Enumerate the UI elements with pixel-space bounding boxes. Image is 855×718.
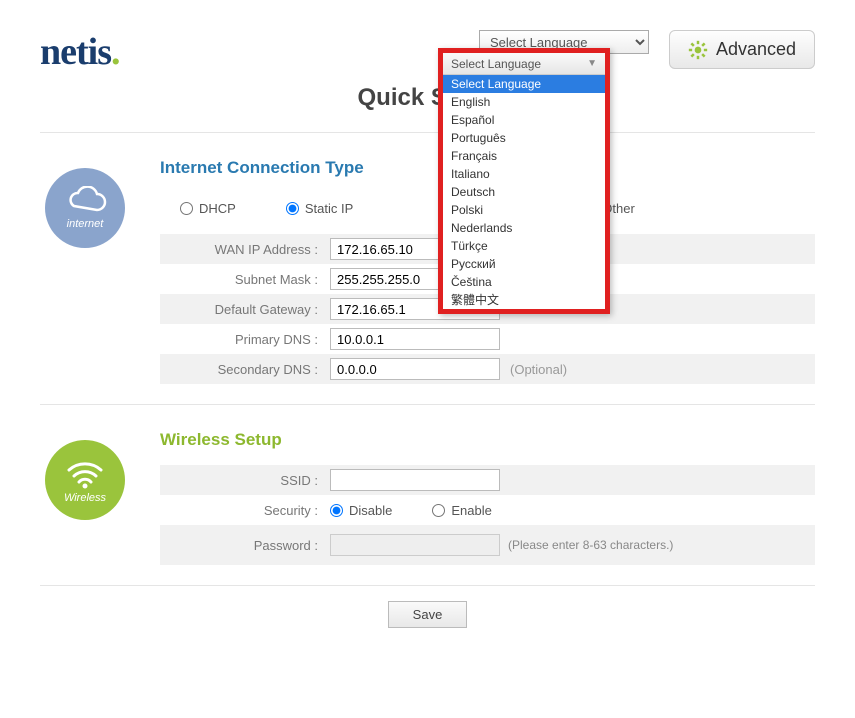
radio-static[interactable]: Static IP (286, 201, 353, 216)
pri-dns-input[interactable] (330, 328, 500, 350)
wireless-badge: Wireless (45, 440, 125, 520)
wireless-section: Wireless Wireless Setup SSID : Security … (40, 404, 815, 585)
language-option[interactable]: Español (443, 111, 605, 129)
pri-dns-label: Primary DNS : (160, 332, 330, 347)
language-option[interactable]: Polski (443, 201, 605, 219)
language-option[interactable]: Čeština (443, 273, 605, 291)
advanced-label: Advanced (716, 39, 796, 60)
wifi-icon (63, 456, 107, 490)
language-option[interactable]: Italiano (443, 165, 605, 183)
internet-section: internet Internet Connection Type DHCP S… (40, 132, 815, 404)
chevron-down-icon: ▼ (587, 58, 597, 69)
radio-sec-disable[interactable]: Disable (330, 503, 392, 518)
wireless-title: Wireless Setup (160, 430, 815, 450)
wan-ip-label: WAN IP Address : (160, 242, 330, 257)
language-option[interactable]: Русский (443, 255, 605, 273)
wireless-badge-label: Wireless (64, 492, 106, 504)
sec-dns-input[interactable] (330, 358, 500, 380)
ssid-label: SSID : (160, 473, 330, 488)
cloud-icon (63, 186, 107, 216)
language-option[interactable]: Nederlands (443, 219, 605, 237)
radio-sec-enable[interactable]: Enable (432, 503, 491, 518)
language-option[interactable]: Français (443, 147, 605, 165)
password-input[interactable] (330, 534, 500, 556)
language-dropdown-list: Select LanguageEnglishEspañolPortuguêsFr… (443, 75, 605, 309)
internet-badge-label: internet (67, 218, 104, 230)
language-option[interactable]: Português (443, 129, 605, 147)
language-option[interactable]: Select Language (443, 75, 605, 93)
gear-icon (688, 40, 708, 60)
sec-dns-label: Secondary DNS : (160, 362, 330, 377)
optional-text: (Optional) (510, 362, 567, 377)
ssid-input[interactable] (330, 469, 500, 491)
language-option[interactable]: Deutsch (443, 183, 605, 201)
language-option[interactable]: English (443, 93, 605, 111)
security-label: Security : (160, 503, 330, 518)
logo-dot: . (111, 31, 120, 73)
language-option[interactable]: Türkçe (443, 237, 605, 255)
gateway-label: Default Gateway : (160, 302, 330, 317)
language-dropdown-open[interactable]: Select Language ▼ Select LanguageEnglish… (438, 48, 610, 314)
logo-text: netis (40, 31, 111, 73)
password-label: Password : (160, 538, 330, 553)
internet-badge: internet (45, 168, 125, 248)
subnet-label: Subnet Mask : (160, 272, 330, 287)
password-hint: (Please enter 8-63 characters.) (508, 538, 673, 552)
advanced-button[interactable]: Advanced (669, 30, 815, 69)
logo: netis. (40, 30, 120, 74)
save-button[interactable]: Save (388, 601, 468, 628)
language-option[interactable]: 繁體中文 (443, 291, 605, 309)
header: netis. Select Language Advanced (40, 30, 815, 74)
radio-dhcp[interactable]: DHCP (180, 201, 236, 216)
language-dropdown-header[interactable]: Select Language ▼ (443, 53, 605, 75)
page-title: Quick Setup (40, 84, 815, 112)
